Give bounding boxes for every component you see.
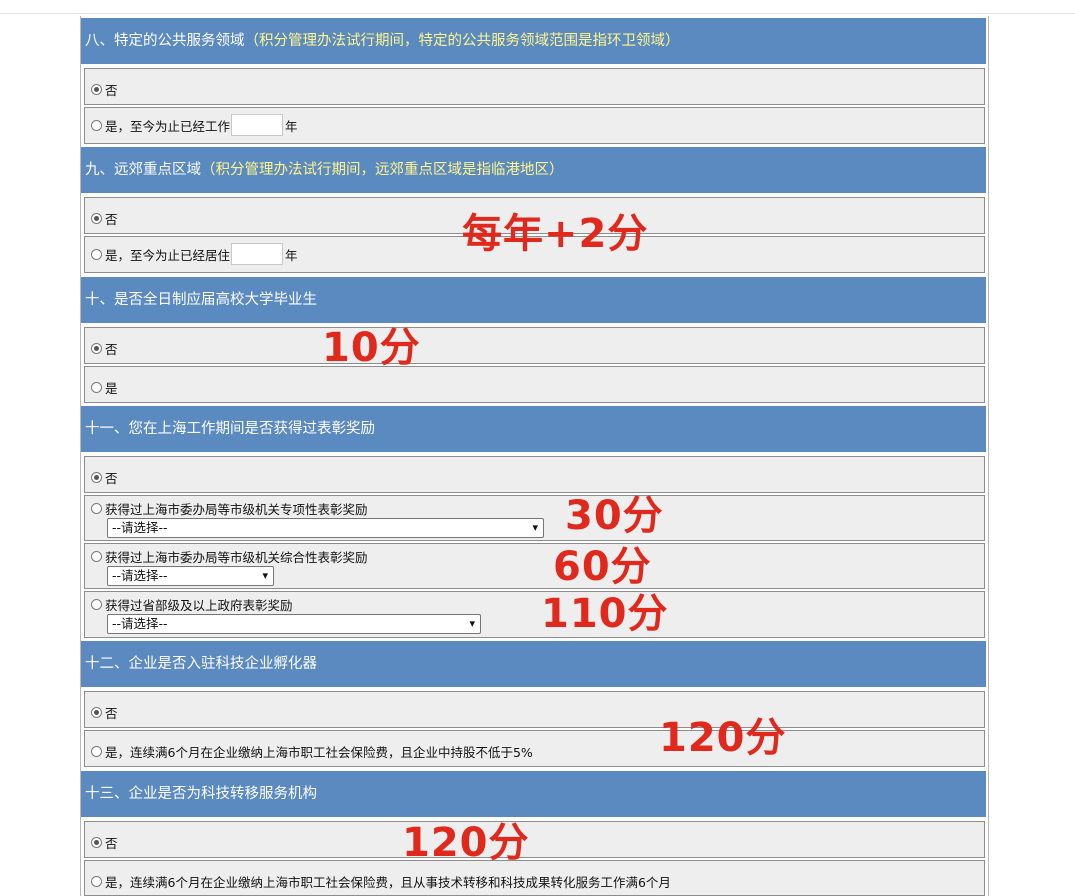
option-label: 否 xyxy=(105,342,118,357)
unit-label: 年 xyxy=(285,247,298,263)
award-select-comprehensive[interactable]: --请选择-- ▾ xyxy=(107,566,274,586)
radio-no[interactable] xyxy=(91,343,102,354)
radio-award-special[interactable] xyxy=(91,503,102,514)
section-title: 十、是否全日制应届高校大学毕业生 xyxy=(85,292,317,308)
radio-yes[interactable] xyxy=(91,382,102,393)
section-header-8: 八、特定的公共服务领域（积分管理办法试行期间，特定的公共服务领域范围是指环卫领域… xyxy=(81,18,986,64)
option-label: 是，至今为止已经工作 xyxy=(105,118,231,134)
years-input[interactable] xyxy=(231,114,284,136)
radio-yes[interactable] xyxy=(91,876,102,887)
radio-no[interactable] xyxy=(91,707,102,718)
section-note: （积分管理办法试行期间，特定的公共服务领域范围是指环卫领域） xyxy=(244,33,680,49)
option-label: 获得过上海市委办局等市级机关综合性表彰奖励 xyxy=(105,550,368,565)
score-annotation: 每年+2分 xyxy=(462,211,649,257)
unit-label: 年 xyxy=(285,118,298,134)
option-row: 否 xyxy=(84,821,985,858)
option-row: 是，连续满6个月在企业缴纳上海市职工社会保险费，且企业中持股不低于5% xyxy=(84,730,985,767)
option-label: 获得过省部级及以上政府表彰奖励 xyxy=(105,598,293,613)
radio-yes[interactable] xyxy=(91,248,102,260)
section-title: 十一、您在上海工作期间是否获得过表彰奖励 xyxy=(85,421,375,437)
section-title: 十二、企业是否入驻科技企业孵化器 xyxy=(85,656,317,672)
years-input[interactable] xyxy=(231,243,284,265)
score-annotation: 120分 xyxy=(402,820,530,866)
option-row: 否 xyxy=(84,691,985,728)
option-label: 是，连续满6个月在企业缴纳上海市职工社会保险费，且企业中持股不低于5% xyxy=(105,745,533,760)
section-header-10: 十、是否全日制应届高校大学毕业生 xyxy=(81,277,986,323)
option-row: 获得过上海市委办局等市级机关专项性表彰奖励 --请选择-- ▾ xyxy=(84,495,985,541)
option-row: 获得过省部级及以上政府表彰奖励 --请选择-- ▾ xyxy=(84,591,985,638)
option-label: 否 xyxy=(105,471,118,486)
radio-no[interactable] xyxy=(91,84,102,95)
option-label: 是，至今为止已经居住 xyxy=(105,247,231,263)
top-divider xyxy=(0,13,1075,14)
radio-no[interactable] xyxy=(91,837,102,848)
score-annotation: 120分 xyxy=(659,715,787,761)
chevron-down-icon: ▾ xyxy=(532,521,538,534)
section-header-11: 十一、您在上海工作期间是否获得过表彰奖励 xyxy=(81,406,986,452)
radio-yes[interactable] xyxy=(91,119,102,131)
award-select-provincial[interactable]: --请选择-- ▾ xyxy=(107,614,481,634)
select-value: --请选择-- xyxy=(112,520,168,535)
option-row: 是 xyxy=(84,366,985,403)
option-row: 是，连续满6个月在企业缴纳上海市职工社会保险费，且从事技术转移和科技成果转化服务… xyxy=(84,860,985,896)
option-label: 否 xyxy=(105,83,118,98)
score-annotation: 60分 xyxy=(553,544,652,590)
score-annotation: 10分 xyxy=(322,325,421,371)
radio-award-provincial[interactable] xyxy=(91,599,102,610)
select-value: --请选择-- xyxy=(112,616,168,631)
option-row: 是，至今为止已经工作 年 xyxy=(84,107,985,144)
option-label: 否 xyxy=(105,836,118,851)
score-annotation: 110分 xyxy=(541,591,669,637)
option-label: 否 xyxy=(105,212,118,227)
points-form: 八、特定的公共服务领域（积分管理办法试行期间，特定的公共服务领域范围是指环卫领域… xyxy=(80,16,989,896)
radio-award-comprehensive[interactable] xyxy=(91,551,102,562)
radio-yes[interactable] xyxy=(91,746,102,757)
option-label: 是，连续满6个月在企业缴纳上海市职工社会保险费，且从事技术转移和科技成果转化服务… xyxy=(105,875,671,890)
chevron-down-icon: ▾ xyxy=(469,617,475,630)
radio-no[interactable] xyxy=(91,472,102,483)
score-annotation: 30分 xyxy=(565,493,664,539)
option-label: 是 xyxy=(105,381,118,396)
award-select-special[interactable]: --请选择-- ▾ xyxy=(107,518,544,538)
section-header-13: 十三、企业是否为科技转移服务机构 xyxy=(81,771,986,817)
option-row: 否 xyxy=(84,456,985,493)
section-title: 十三、企业是否为科技转移服务机构 xyxy=(85,786,317,802)
section-title: 八、特定的公共服务领域 xyxy=(85,33,245,49)
option-row: 否 xyxy=(84,68,985,105)
section-note: （积分管理办法试行期间，远郊重点区域是指临港地区） xyxy=(201,162,564,178)
option-label: 获得过上海市委办局等市级机关专项性表彰奖励 xyxy=(105,502,368,517)
section-header-9: 九、远郊重点区域（积分管理办法试行期间，远郊重点区域是指临港地区） xyxy=(81,147,986,193)
chevron-down-icon: ▾ xyxy=(262,569,268,582)
option-label: 否 xyxy=(105,706,118,721)
section-title: 九、远郊重点区域 xyxy=(85,162,201,178)
select-value: --请选择-- xyxy=(112,568,168,583)
option-row: 否 xyxy=(84,327,985,364)
option-row: 获得过上海市委办局等市级机关综合性表彰奖励 --请选择-- ▾ xyxy=(84,543,985,589)
radio-no[interactable] xyxy=(91,213,102,224)
section-header-12: 十二、企业是否入驻科技企业孵化器 xyxy=(81,641,986,687)
